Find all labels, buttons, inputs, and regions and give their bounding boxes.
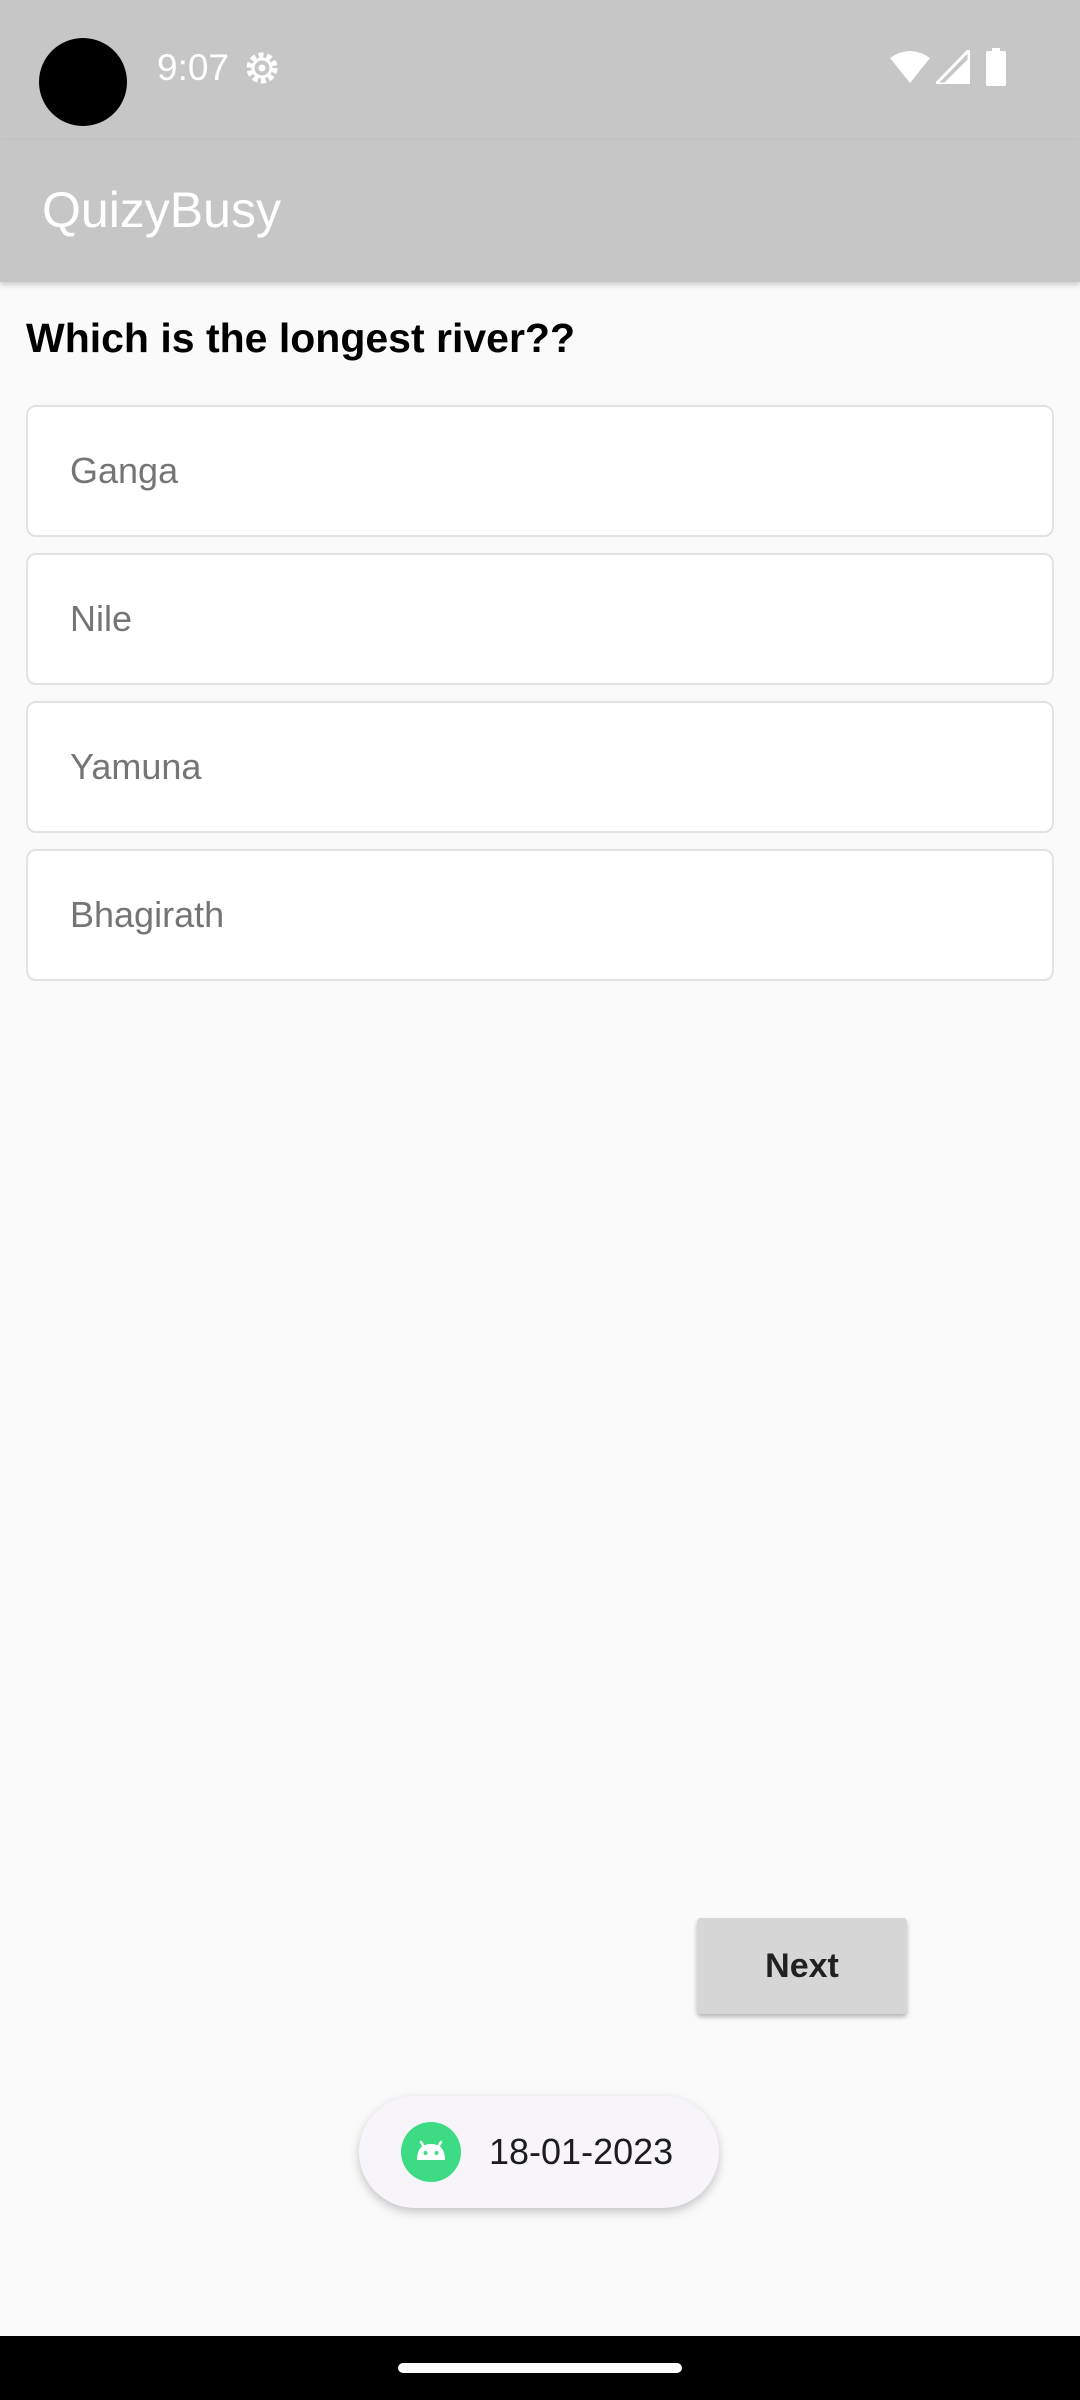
status-bar: 9:07 bbox=[0, 0, 1080, 140]
option-label: Nile bbox=[70, 598, 133, 639]
option-label: Bhagirath bbox=[70, 894, 225, 935]
option-label: Ganga bbox=[70, 450, 179, 491]
next-button[interactable]: Next bbox=[697, 1918, 907, 2014]
option-label: Yamuna bbox=[70, 746, 202, 787]
signal-icon bbox=[932, 46, 971, 86]
home-indicator[interactable] bbox=[398, 2363, 682, 2373]
option-button-3[interactable]: Yamuna bbox=[26, 701, 1054, 833]
option-button-2[interactable]: Nile bbox=[26, 553, 1054, 685]
settings-icon bbox=[242, 48, 282, 88]
camera-cutout bbox=[39, 38, 127, 126]
toast-text: 18-01-2023 bbox=[489, 2131, 674, 2172]
battery-icon bbox=[986, 48, 1006, 86]
android-icon bbox=[401, 2122, 461, 2182]
wifi-icon bbox=[890, 50, 930, 84]
question-text: Which is the longest river?? bbox=[26, 315, 576, 361]
app-title: QuizyBusy bbox=[42, 182, 281, 238]
option-button-1[interactable]: Ganga bbox=[26, 405, 1054, 537]
toast: 18-01-2023 bbox=[359, 2096, 719, 2208]
app-bar: QuizyBusy bbox=[0, 140, 1080, 282]
navigation-bar bbox=[0, 2336, 1080, 2400]
status-time: 9:07 bbox=[157, 47, 230, 88]
option-button-4[interactable]: Bhagirath bbox=[26, 849, 1054, 981]
